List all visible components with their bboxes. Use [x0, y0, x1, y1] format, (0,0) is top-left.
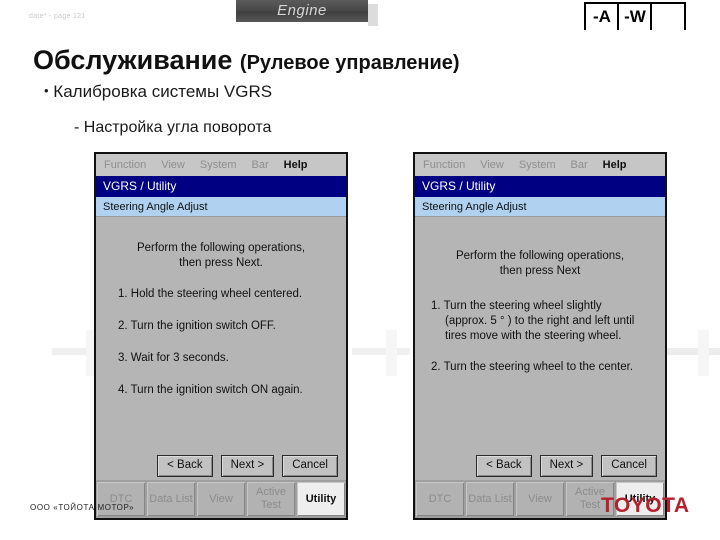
- tab-utility[interactable]: Utility: [297, 482, 345, 516]
- back-button[interactable]: < Back: [476, 455, 532, 477]
- step-item: 4. Turn the ignition switch ON again.: [118, 384, 303, 396]
- back-button[interactable]: < Back: [157, 455, 213, 477]
- panel-button-row: < Back Next > Cancel: [415, 454, 665, 478]
- step-item-line1: 1. Turn the steering wheel slightly: [431, 300, 602, 312]
- panel-menubar: Function View System Bar Help: [415, 154, 665, 176]
- instruction-header-line2: then press Next.: [179, 257, 263, 269]
- menu-item-bar[interactable]: Bar: [571, 159, 588, 171]
- cancel-button[interactable]: Cancel: [601, 455, 657, 477]
- engine-tab-shadow: [368, 4, 378, 26]
- panel-instruction-header: Perform the following operations, then p…: [96, 217, 346, 271]
- instruction-header-line1: Perform the following operations,: [455, 250, 625, 262]
- menu-item-help[interactable]: Help: [284, 159, 308, 171]
- slide-content: Обслуживание (Рулевое управление) • Кали…: [0, 30, 720, 520]
- menu-item-help[interactable]: Help: [603, 159, 627, 171]
- menu-item-function[interactable]: Function: [104, 159, 146, 171]
- panel-instruction-header: Perform the following operations, then p…: [415, 217, 665, 279]
- step-item: 2. Turn the steering wheel to the center…: [431, 361, 634, 373]
- slide-top-bar: Engine date* - page 121 -A -W: [0, 0, 720, 32]
- tab-data-list[interactable]: Data List: [147, 482, 195, 516]
- tab-active-test[interactable]: Active Test: [247, 482, 295, 516]
- bullet-item-primary: • Калибровка системы VGRS: [44, 82, 272, 102]
- slide-meta-label: date* - page 121: [29, 13, 86, 20]
- scan-tool-screenshot-left: Function View System Bar Help VGRS / Uti…: [94, 152, 348, 520]
- panel-step-list: 1. Hold the steering wheel centered. 2. …: [96, 287, 346, 398]
- section-tab-engine[interactable]: Engine: [236, 0, 368, 22]
- menu-item-view[interactable]: View: [161, 159, 185, 171]
- panel-menubar: Function View System Bar Help: [96, 154, 346, 176]
- tab-data-list[interactable]: Data List: [466, 482, 514, 516]
- step-item-line2: (approx. 5 ° ) to the right and left unt…: [445, 315, 635, 327]
- scan-tool-screenshot-right: Function View System Bar Help VGRS / Uti…: [413, 152, 667, 520]
- watermark-bar-horizontal: [352, 348, 410, 355]
- step-item: 1. Turn the steering wheel slightly (app…: [431, 299, 665, 344]
- instruction-header-line2: then press Next: [499, 265, 581, 277]
- menu-item-bar[interactable]: Bar: [252, 159, 269, 171]
- page-title-main: Обслуживание: [33, 45, 233, 75]
- watermark-bar-vertical: [386, 330, 397, 376]
- step-item-line3: tires move with the steering wheel.: [445, 330, 622, 342]
- step-item: 2. Turn the ignition switch OFF.: [118, 320, 276, 332]
- cancel-button[interactable]: Cancel: [282, 455, 338, 477]
- panel-body: Perform the following operations, then p…: [96, 217, 346, 460]
- panel-step-list: 1. Turn the steering wheel slightly (app…: [415, 299, 665, 375]
- corner-box-a: -A: [584, 2, 620, 32]
- page-title-sub: (Рулевое управление): [239, 52, 460, 74]
- tab-dtc[interactable]: DTC: [416, 482, 464, 516]
- background-watermark-right: [664, 330, 720, 376]
- corner-box-w: -W: [617, 2, 653, 32]
- panel-body: Perform the following operations, then p…: [415, 217, 665, 460]
- bullet-item-secondary: - Настройка угла поворота: [74, 119, 272, 136]
- instruction-header-line1: Perform the following operations,: [136, 242, 306, 254]
- menu-item-function[interactable]: Function: [423, 159, 465, 171]
- menu-item-view[interactable]: View: [480, 159, 504, 171]
- step-item: 1. Hold the steering wheel centered.: [118, 288, 303, 300]
- tab-view[interactable]: View: [516, 482, 564, 516]
- panel-subtitlebar: Steering Angle Adjust: [96, 197, 346, 217]
- corner-box-blank: [650, 2, 686, 32]
- panel-tab-row: DTC Data List View Active Test Utility: [96, 480, 346, 518]
- next-button[interactable]: Next >: [220, 455, 275, 477]
- toyota-logo: TOYOTA: [601, 494, 690, 517]
- panel-button-row: < Back Next > Cancel: [96, 454, 346, 478]
- panel-subtitlebar: Steering Angle Adjust: [415, 197, 665, 217]
- panel-titlebar: VGRS / Utility: [96, 176, 346, 197]
- menu-item-system[interactable]: System: [519, 159, 556, 171]
- tab-view[interactable]: View: [197, 482, 245, 516]
- menu-item-system[interactable]: System: [200, 159, 237, 171]
- panel-titlebar: VGRS / Utility: [415, 176, 665, 197]
- page-title: Обслуживание (Рулевое управление): [33, 45, 460, 76]
- next-button[interactable]: Next >: [539, 455, 594, 477]
- watermark-bar-horizontal: [664, 348, 720, 355]
- bullet-marker-icon: •: [44, 83, 49, 98]
- footer-company-label: ООО «ТОЙОТА МОТОР»: [30, 503, 135, 512]
- bullet-item-primary-label: Калибровка системы VGRS: [53, 82, 273, 101]
- watermark-bar-vertical: [698, 330, 709, 376]
- step-item: 3. Wait for 3 seconds.: [118, 352, 229, 364]
